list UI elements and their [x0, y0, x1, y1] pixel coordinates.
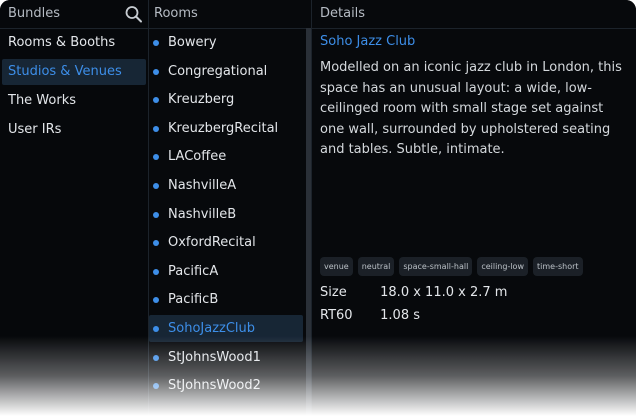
- bullet-dot-icon: [153, 383, 159, 390]
- size-value: 18.0 x 11.0 x 2.7 m: [380, 285, 508, 300]
- bundle-item-rooms-booths[interactable]: Rooms & Booths: [2, 30, 146, 56]
- room-item-soho-jazz-club[interactable]: SohoJazzClub: [149, 314, 303, 342]
- room-item-kreuzberg-recital[interactable]: KreuzbergRecital: [149, 115, 303, 142]
- size-property: Size 18.0 x 11.0 x 2.7 m: [320, 285, 507, 300]
- bundles-header-title: Bundles: [8, 6, 61, 21]
- bullet-dot-icon: [153, 325, 159, 332]
- rooms-column: Rooms Bowery Congregational Kreuzberg Kr…: [149, 0, 311, 416]
- rt60-label: RT60: [320, 308, 353, 323]
- bullet-dot-icon: [153, 97, 159, 104]
- room-item-pacific-a[interactable]: PacificA: [149, 258, 303, 285]
- room-item-bowery[interactable]: Bowery: [149, 29, 303, 56]
- bundles-column: Bundles Rooms & Booths Studios & Venues …: [0, 0, 148, 416]
- bundle-item-user-irs[interactable]: User IRs: [2, 117, 146, 143]
- room-item-label: LACoffee: [168, 149, 227, 165]
- room-item-label: SohoJazzClub: [168, 320, 256, 336]
- room-item-oxford-recital[interactable]: OxfordRecital: [149, 229, 303, 256]
- bullet-dot-icon: [153, 68, 159, 75]
- room-list: Bowery Congregational Kreuzberg Kreuzber…: [149, 28, 303, 401]
- details-column: Details Soho Jazz Club Modelled on an ic…: [312, 0, 636, 416]
- room-item-label: PacificB: [168, 292, 219, 308]
- tag-chip[interactable]: space-small-hall: [399, 257, 473, 276]
- bundle-item-studios-venues[interactable]: Studios & Venues: [2, 59, 146, 85]
- bundles-header: Bundles: [0, 0, 148, 29]
- rooms-header-title: Rooms: [154, 6, 198, 21]
- bundle-item-label: The Works: [8, 93, 77, 108]
- bullet-dot-icon: [153, 125, 159, 132]
- bullet-dot-icon: [153, 182, 159, 189]
- details-header: Details: [312, 0, 636, 29]
- bundle-item-the-works[interactable]: The Works: [2, 88, 146, 114]
- search-icon[interactable]: [124, 5, 144, 23]
- tag-chip[interactable]: time-short: [533, 257, 583, 276]
- bullet-dot-icon: [153, 154, 159, 161]
- plugin-browser-window: Bundles Rooms & Booths Studios & Venues …: [0, 0, 636, 416]
- bullet-dot-icon: [153, 354, 159, 361]
- bundle-item-label: User IRs: [8, 122, 62, 137]
- room-title: Soho Jazz Club: [320, 34, 416, 49]
- tag-chip[interactable]: ceiling-low: [477, 257, 528, 276]
- room-item-label: KreuzbergRecital: [168, 120, 279, 136]
- size-label: Size: [320, 285, 347, 300]
- room-item-label: NashvilleA: [168, 177, 237, 193]
- room-item-label: OxfordRecital: [168, 235, 256, 251]
- rt60-value: 1.08 s: [380, 308, 420, 323]
- bullet-dot-icon: [153, 240, 159, 247]
- room-item-nashville-b[interactable]: NashvilleB: [149, 201, 303, 228]
- room-item-label: Kreuzberg: [168, 92, 235, 108]
- details-header-title: Details: [320, 6, 366, 21]
- room-item-label: Bowery: [168, 35, 217, 50]
- tag-chip[interactable]: venue: [320, 257, 353, 276]
- tag-list: venue neutral space-small-hall ceiling-l…: [320, 257, 583, 276]
- room-item-st-johns-wood-1[interactable]: StJohnsWood1: [149, 344, 303, 371]
- room-item-pacific-b[interactable]: PacificB: [149, 286, 303, 313]
- room-item-nashville-a[interactable]: NashvilleA: [149, 172, 303, 199]
- bullet-dot-icon: [153, 268, 159, 275]
- room-item-lacoffee[interactable]: LACoffee: [149, 143, 303, 170]
- room-item-st-johns-wood-2[interactable]: StJohnsWood2: [149, 372, 303, 399]
- bullet-dot-icon: [153, 297, 159, 304]
- room-item-congregational[interactable]: Congregational: [149, 58, 303, 85]
- room-item-kreuzberg[interactable]: Kreuzberg: [149, 86, 303, 113]
- room-item-label: StJohnsWood1: [168, 349, 261, 365]
- room-item-label: PacificA: [168, 263, 219, 279]
- bullet-dot-icon: [153, 40, 159, 46]
- tag-chip[interactable]: neutral: [357, 257, 395, 276]
- rt60-property: RT60 1.08 s: [320, 308, 420, 323]
- room-item-label: StJohnsWood2: [168, 378, 261, 394]
- bundle-item-label: Rooms & Booths: [8, 35, 116, 50]
- room-description: Modelled on an iconic jazz club in Londo…: [320, 60, 622, 157]
- room-item-label: NashvilleB: [168, 206, 237, 222]
- rooms-header: Rooms: [149, 0, 311, 29]
- bundle-list: Rooms & Booths Studios & Venues The Work…: [0, 28, 148, 146]
- bullet-dot-icon: [153, 211, 159, 218]
- room-item-label: Congregational: [168, 63, 268, 79]
- bundle-item-label: Studios & Venues: [8, 64, 122, 79]
